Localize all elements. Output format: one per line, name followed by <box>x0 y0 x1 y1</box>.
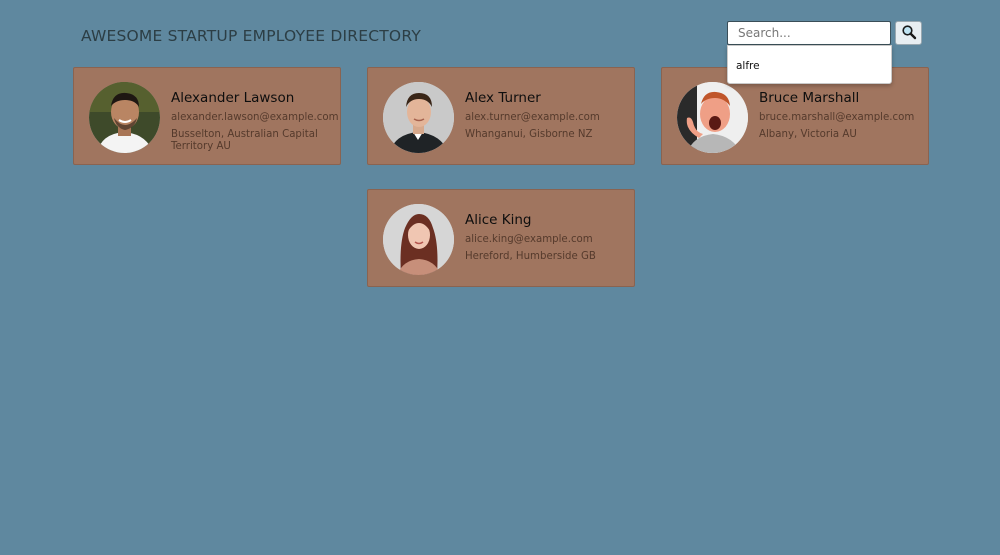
employee-name: Alice King <box>465 212 532 228</box>
employee-info: Alex Turner alex.turner@example.com Whan… <box>465 90 630 141</box>
search-button[interactable] <box>895 21 922 45</box>
employee-avatar <box>89 82 160 153</box>
employee-card[interactable]: Alexander Lawson alexander.lawson@exampl… <box>73 67 341 165</box>
employee-email: alex.turner@example.com <box>465 112 600 123</box>
employee-email: alice.king@example.com <box>465 234 593 245</box>
page-title: AWESOME STARTUP EMPLOYEE DIRECTORY <box>81 27 421 45</box>
employee-name: Alex Turner <box>465 90 541 106</box>
employee-location: Whanganui, Gisborne NZ <box>465 129 593 140</box>
employee-info: Alexander Lawson alexander.lawson@exampl… <box>171 90 339 153</box>
employee-name: Alexander Lawson <box>171 90 295 106</box>
employee-email: alexander.lawson@example.com <box>171 112 339 123</box>
search-input[interactable] <box>727 21 891 45</box>
employee-email: bruce.marshall@example.com <box>759 112 915 123</box>
employee-location: Albany, Victoria AU <box>759 129 857 140</box>
search-suggestions-dropdown: alfre <box>727 45 892 84</box>
employee-info: Alice King alice.king@example.com Herefo… <box>465 212 630 263</box>
employee-card[interactable]: Alice King alice.king@example.com Herefo… <box>367 189 635 287</box>
employee-avatar <box>383 204 454 275</box>
employee-name: Bruce Marshall <box>759 90 860 106</box>
employee-avatar <box>383 82 454 153</box>
magnifying-glass-icon <box>901 24 917 43</box>
search-suggestion-item[interactable]: alfre <box>736 60 760 72</box>
page: AWESOME STARTUP EMPLOYEE DIRECTORY alfre <box>0 0 1000 555</box>
employee-info: Bruce Marshall bruce.marshall@example.co… <box>759 90 924 141</box>
employee-location: Busselton, Australian Capital Territory … <box>171 129 318 152</box>
employee-avatar <box>677 82 748 153</box>
employee-card[interactable]: Alex Turner alex.turner@example.com Whan… <box>367 67 635 165</box>
search-bar <box>727 21 923 46</box>
employee-location: Hereford, Humberside GB <box>465 251 596 262</box>
